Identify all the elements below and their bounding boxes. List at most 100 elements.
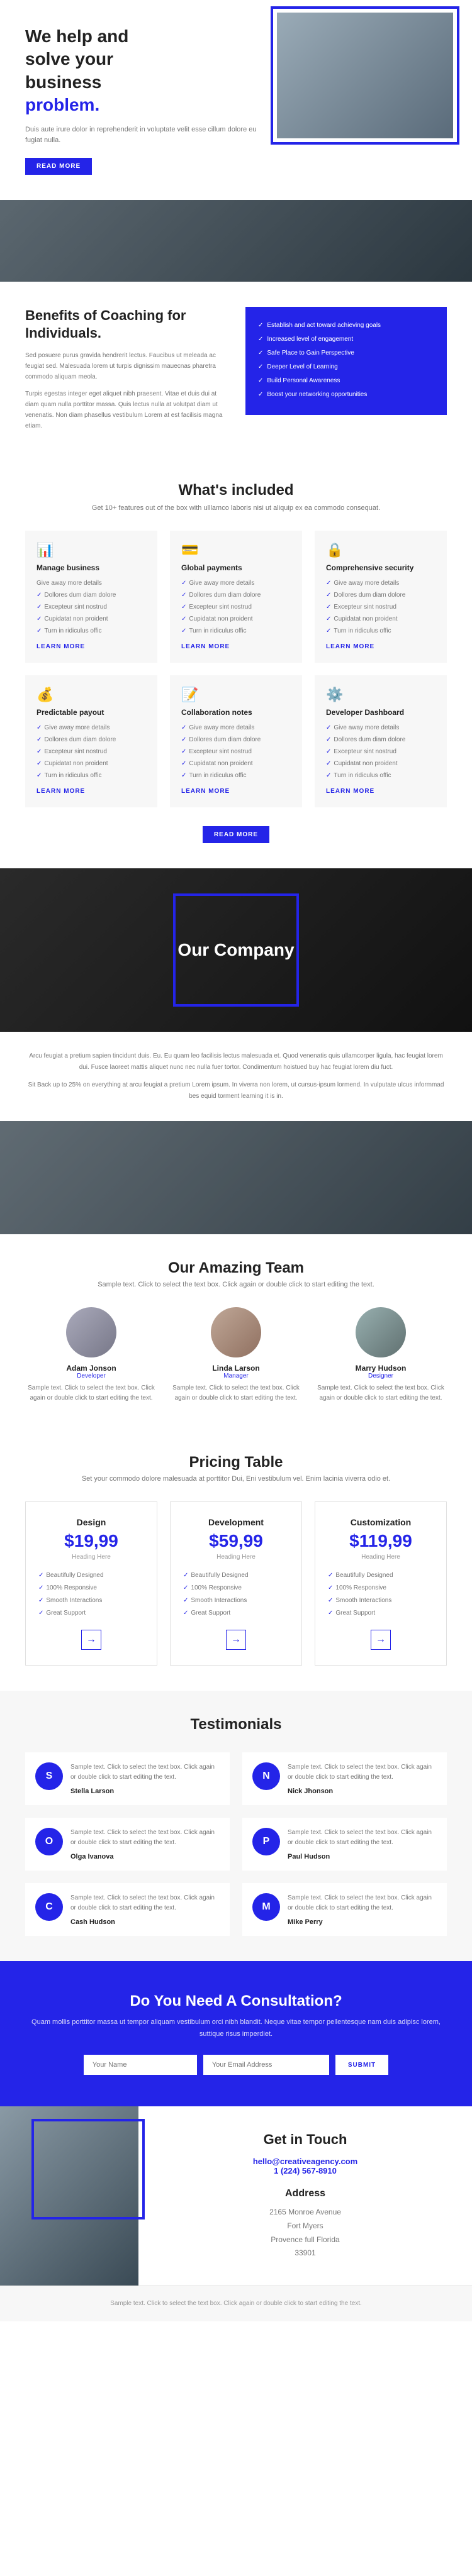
feature-item-3-2: ✓ Excepteur sint nostrud <box>37 746 146 758</box>
plan-price-0: $19,99 <box>38 1531 144 1551</box>
feature-item-5-4: ✓ Turn in ridiculus offic <box>326 770 435 782</box>
benefits-left: Benefits of Coaching for Individuals. Se… <box>25 307 227 431</box>
plan-heading-0: Heading Here <box>38 1554 144 1561</box>
team-avatar-1 <box>211 1307 261 1357</box>
benefits-right: ✓ Establish and act toward achieving goa… <box>245 307 447 431</box>
testimonial-name-0: Stella Larson <box>70 1788 220 1795</box>
hero-read-more-button[interactable]: READ MORE <box>25 158 92 175</box>
plan-features-2: ✓ Beautifully Designed ✓ 100% Responsive… <box>328 1569 434 1620</box>
check-icon-2: ✓ <box>258 333 263 345</box>
testimonials-title: Testimonials <box>25 1716 447 1733</box>
whats-included-read-more-button[interactable]: READ MORE <box>203 826 269 843</box>
check-item-5: ✓ Build Personal Awareness <box>258 375 434 387</box>
team-desc-1: Sample text. Click to select the text bo… <box>170 1383 302 1403</box>
team-desc-0: Sample text. Click to select the text bo… <box>25 1383 157 1403</box>
feature-title-1: Global payments <box>181 563 291 572</box>
feature-title-0: Manage business <box>37 563 146 572</box>
feature-learn-more-1[interactable]: LEARN MORE <box>181 643 230 650</box>
feature-item-5-2: ✓ Excepteur sint nostrud <box>326 746 435 758</box>
consultation-email-input[interactable] <box>203 2055 329 2075</box>
feature-list-0: Give away more details ✓ Dollores dum di… <box>37 577 146 637</box>
testimonial-content-3: Sample text. Click to select the text bo… <box>288 1828 437 1860</box>
testimonial-text-3: Sample text. Click to select the text bo… <box>288 1828 437 1848</box>
team-grid: Adam Jonson Developer Sample text. Click… <box>25 1307 447 1403</box>
pricing-title: Pricing Table <box>25 1454 447 1471</box>
feature-item-4-1: ✓ Dollores dum diam dolore <box>181 734 291 746</box>
plan-feature-0-1: ✓ 100% Responsive <box>38 1582 144 1595</box>
check-label-5: Build Personal Awareness <box>267 375 340 387</box>
plan-heading-2: Heading Here <box>328 1554 434 1561</box>
feature-item-4-4: ✓ Turn in ridiculus offic <box>181 770 291 782</box>
plan-arrow-1[interactable]: → <box>226 1630 246 1650</box>
pricing-card-1: Development $59,99 Heading Here ✓ Beauti… <box>170 1501 302 1666</box>
consultation-submit-button[interactable]: SUBMIT <box>335 2055 388 2075</box>
feature-learn-more-0[interactable]: LEARN MORE <box>37 643 85 650</box>
team-subtitle: Sample text. Click to select the text bo… <box>25 1281 447 1288</box>
address-line1: 2165 Monroe Avenue <box>269 2208 341 2216</box>
hero-content: We help and solve your business problem.… <box>25 25 264 175</box>
check-item-3: ✓ Safe Place to Gain Perspective <box>258 347 434 359</box>
plan-feature-1-2: ✓ Smooth Interactions <box>183 1595 289 1607</box>
contact-phone[interactable]: 1 (224) 567-8910 <box>164 2166 447 2175</box>
team-role-1: Manager <box>170 1373 302 1379</box>
address-text: 2165 Monroe Avenue Fort Myers Provence f… <box>164 2206 447 2260</box>
feature-item-1-1: ✓ Dollores dum diam dolore <box>181 589 291 601</box>
photo-strip <box>0 200 472 282</box>
testimonial-avatar-4: C <box>35 1893 63 1921</box>
footer-text: Sample text. Click to select the text bo… <box>25 2299 447 2309</box>
testimonial-card-5: M Sample text. Click to select the text … <box>242 1883 447 1936</box>
pricing-card-0: Design $19,99 Heading Here ✓ Beautifully… <box>25 1501 157 1666</box>
check-icon-6: ✓ <box>258 389 263 401</box>
plan-feature-0-0: ✓ Beautifully Designed <box>38 1569 144 1582</box>
our-team-section: Our Amazing Team Sample text. Click to s… <box>0 1234 472 1429</box>
feature-item-5-3: ✓ Cupidatat non proident <box>326 758 435 770</box>
feature-learn-more-3[interactable]: LEARN MORE <box>37 788 85 795</box>
testimonial-text-4: Sample text. Click to select the text bo… <box>70 1893 220 1913</box>
testimonial-content-1: Sample text. Click to select the text bo… <box>288 1762 437 1795</box>
feature-learn-more-4[interactable]: LEARN MORE <box>181 788 230 795</box>
address-line3: Provence full Florida <box>271 2235 339 2244</box>
feature-learn-more-2[interactable]: LEARN MORE <box>326 643 374 650</box>
check-item-4: ✓ Deeper Level of Learning <box>258 361 434 373</box>
photo-strip-overlay <box>0 200 472 282</box>
feature-item-3-4: ✓ Turn in ridiculus offic <box>37 770 146 782</box>
benefits-desc1: Sed posuere purus gravida hendrerit lect… <box>25 350 227 382</box>
consultation-name-input[interactable] <box>84 2055 197 2075</box>
testimonial-name-4: Cash Hudson <box>70 1918 220 1926</box>
company-desc1: Arcu feugiat a pretium sapien tincidunt … <box>25 1051 447 1073</box>
our-company-section: Our Company <box>0 868 472 1032</box>
team-avatar-2 <box>356 1307 406 1357</box>
testimonial-name-3: Paul Hudson <box>288 1853 437 1860</box>
consultation-description: Quam mollis porttitor massa ut tempor al… <box>25 2016 447 2040</box>
check-label-2: Increased level of engagement <box>267 333 353 345</box>
plan-feature-0-3: ✓ Great Support <box>38 1607 144 1620</box>
company-desc2: Sit Back up to 25% on everything at arcu… <box>25 1080 447 1102</box>
feature-icon-1: 💳 <box>181 542 291 558</box>
feature-item-0-1: ✓ Dollores dum diam dolore <box>37 589 146 601</box>
plan-arrow-2[interactable]: → <box>371 1630 391 1650</box>
feature-item-4-0: ✓ Give away more details <box>181 722 291 734</box>
get-in-touch-section: Get in Touch hello@creativeagency.com 1 … <box>0 2106 472 2285</box>
plan-feature-1-3: ✓ Great Support <box>183 1607 289 1620</box>
testimonial-avatar-2: O <box>35 1828 63 1855</box>
feature-title-4: Collaboration notes <box>181 708 291 717</box>
hero-section: We help and solve your business problem.… <box>0 0 472 200</box>
benefits-desc2: Turpis egestas integer eget aliquet nibh… <box>25 389 227 431</box>
feature-item-5-0: ✓ Give away more details <box>326 722 435 734</box>
plan-feature-0-2: ✓ Smooth Interactions <box>38 1595 144 1607</box>
feature-item-3-0: ✓ Give away more details <box>37 722 146 734</box>
team-bg-image <box>0 1121 472 1234</box>
check-label-6: Boost your networking opportunities <box>267 389 367 401</box>
team-member-0: Adam Jonson Developer Sample text. Click… <box>25 1307 157 1403</box>
check-icon: ✓ <box>258 319 263 331</box>
company-title-container: Our Company <box>177 940 294 960</box>
team-role-2: Designer <box>315 1373 447 1379</box>
team-member-2: Marry Hudson Designer Sample text. Click… <box>315 1307 447 1403</box>
plan-feature-2-0: ✓ Beautifully Designed <box>328 1569 434 1582</box>
feature-item-4-3: ✓ Cupidatat non proident <box>181 758 291 770</box>
contact-email[interactable]: hello@creativeagency.com <box>164 2157 447 2166</box>
feature-learn-more-5[interactable]: LEARN MORE <box>326 788 374 795</box>
check-item-1: ✓ Establish and act toward achieving goa… <box>258 319 434 331</box>
plan-arrow-0[interactable]: → <box>81 1630 101 1650</box>
feature-card-2: 🔒 Comprehensive security ✓ Give away mor… <box>315 531 447 663</box>
